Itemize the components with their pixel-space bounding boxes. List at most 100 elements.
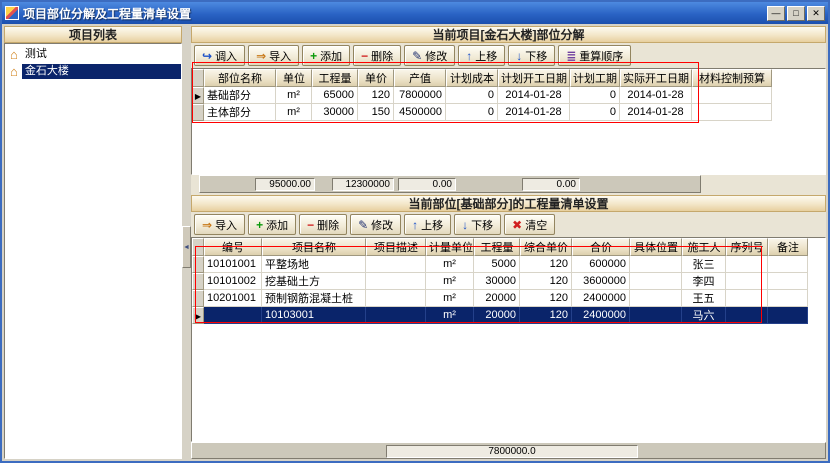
cell[interactable]: 2400000 (572, 290, 630, 307)
table-row[interactable]: 10101002 挖基础土方 m² 30000 120 3600000 李四 (192, 273, 808, 290)
cell[interactable]: m² (426, 307, 474, 324)
move-down-button[interactable]: ↓ 下移 (508, 45, 555, 66)
cell[interactable]: 2400000 (572, 307, 630, 324)
cell[interactable]: 2014-01-28 (498, 87, 570, 104)
clear-button[interactable]: ✖ 清空 (504, 214, 555, 235)
cell[interactable]: 主体部分 (204, 104, 276, 121)
cell[interactable] (204, 307, 262, 324)
cell[interactable]: 3600000 (572, 273, 630, 290)
col-header-quantity[interactable]: 工程量 (312, 69, 358, 87)
col-header-item-name[interactable]: 项目名称 (262, 238, 366, 256)
cell[interactable] (768, 307, 808, 324)
cell[interactable]: m² (426, 273, 474, 290)
table-row[interactable]: 主体部分 m² 30000 150 4500000 0 2014-01-28 0… (192, 104, 772, 121)
cell[interactable]: 10103001 (262, 307, 366, 324)
col-header-worker[interactable]: 施工人 (682, 238, 726, 256)
cell[interactable]: 10101001 (204, 256, 262, 273)
col-header-total-price[interactable]: 合价 (572, 238, 630, 256)
project-item-test[interactable]: ⌂ 测试 (5, 46, 181, 63)
cell[interactable]: 0 (570, 104, 620, 121)
col-header-comp-price[interactable]: 综合单价 (520, 238, 572, 256)
cell[interactable] (726, 290, 768, 307)
cell[interactable]: 120 (520, 256, 572, 273)
cell[interactable]: m² (426, 256, 474, 273)
cell[interactable]: 0 (446, 104, 498, 121)
minimize-button[interactable]: — (767, 6, 785, 21)
panel-splitter[interactable]: ◄ (182, 26, 191, 459)
project-item-jinshi[interactable]: ⌂ 金石大楼 (5, 63, 181, 80)
cell[interactable]: 30000 (312, 104, 358, 121)
recalc-order-button[interactable]: ≣ 重算顺序 (558, 45, 631, 66)
load-button[interactable]: ↪ 调入 (194, 45, 245, 66)
cell[interactable]: 挖基础土方 (262, 273, 366, 290)
cell[interactable] (726, 273, 768, 290)
col-header-serial[interactable]: 序列号 (726, 238, 768, 256)
cell[interactable]: 2014-01-28 (620, 87, 692, 104)
cell[interactable] (366, 273, 426, 290)
cell[interactable]: 5000 (474, 256, 520, 273)
table-row-selected[interactable]: ▶ 10103001 m² 20000 120 2400000 马六 (192, 307, 808, 324)
cell[interactable] (630, 273, 682, 290)
move-up-button[interactable]: ↑ 上移 (404, 214, 451, 235)
cell[interactable] (630, 307, 682, 324)
cell[interactable]: 2014-01-28 (620, 104, 692, 121)
col-header-unit-price[interactable]: 单价 (358, 69, 394, 87)
col-header-output[interactable]: 产值 (394, 69, 446, 87)
cell[interactable]: 马六 (682, 307, 726, 324)
cell[interactable] (630, 256, 682, 273)
cell[interactable]: m² (276, 87, 312, 104)
import-button[interactable]: ⇒ 导入 (194, 214, 245, 235)
cell[interactable] (692, 87, 772, 104)
cell[interactable]: 李四 (682, 273, 726, 290)
delete-button[interactable]: − 删除 (299, 214, 347, 235)
move-down-button[interactable]: ↓ 下移 (454, 214, 501, 235)
close-button[interactable]: ✕ (807, 6, 825, 21)
col-header-location[interactable]: 具体位置 (630, 238, 682, 256)
cell[interactable]: 7800000 (394, 87, 446, 104)
maximize-button[interactable]: □ (787, 6, 805, 21)
col-header-planned-start[interactable]: 计划开工日期 (498, 69, 570, 87)
cell[interactable]: 2014-01-28 (498, 104, 570, 121)
cell[interactable]: 120 (520, 307, 572, 324)
move-up-button[interactable]: ↑ 上移 (458, 45, 505, 66)
add-button[interactable]: + 添加 (248, 214, 296, 235)
cell[interactable]: 120 (520, 273, 572, 290)
cell[interactable]: 120 (358, 87, 394, 104)
col-header-planned-duration[interactable]: 计划工期 (570, 69, 620, 87)
cell[interactable]: 30000 (474, 273, 520, 290)
cell[interactable]: 10101002 (204, 273, 262, 290)
col-header-part-name[interactable]: 部位名称 (204, 69, 276, 87)
col-header-material-budget[interactable]: 材料控制预算 (692, 69, 772, 87)
cell[interactable]: 150 (358, 104, 394, 121)
modify-button[interactable]: ✎ 修改 (350, 214, 401, 235)
cell[interactable] (726, 256, 768, 273)
table-row[interactable]: 10201001 预制钢筋混凝土桩 m² 20000 120 2400000 王… (192, 290, 808, 307)
col-header-quantity[interactable]: 工程量 (474, 238, 520, 256)
cell[interactable]: 65000 (312, 87, 358, 104)
cell[interactable]: 张三 (682, 256, 726, 273)
add-button[interactable]: + 添加 (302, 45, 350, 66)
cell[interactable]: 0 (570, 87, 620, 104)
table-row[interactable]: ▶ 基础部分 m² 65000 120 7800000 0 2014-01-28… (192, 87, 772, 104)
import-button[interactable]: ⇒ 导入 (248, 45, 299, 66)
col-header-planned-cost[interactable]: 计划成本 (446, 69, 498, 87)
cell[interactable]: 20000 (474, 290, 520, 307)
cell[interactable]: 20000 (474, 307, 520, 324)
cell[interactable] (768, 290, 808, 307)
cell[interactable] (692, 104, 772, 121)
cell[interactable]: 120 (520, 290, 572, 307)
cell[interactable]: 600000 (572, 256, 630, 273)
cell[interactable]: 王五 (682, 290, 726, 307)
col-header-measure-unit[interactable]: 计量单位 (426, 238, 474, 256)
cell[interactable] (726, 307, 768, 324)
col-header-item-desc[interactable]: 项目描述 (366, 238, 426, 256)
cell[interactable] (768, 256, 808, 273)
cell[interactable]: 10201001 (204, 290, 262, 307)
cell[interactable]: m² (426, 290, 474, 307)
cell[interactable]: 预制钢筋混凝土桩 (262, 290, 366, 307)
col-header-actual-start[interactable]: 实际开工日期 (620, 69, 692, 87)
collapse-arrow-icon[interactable]: ◄ (182, 226, 191, 268)
col-header-remark[interactable]: 备注 (768, 238, 808, 256)
delete-button[interactable]: − 删除 (353, 45, 401, 66)
col-header-unit[interactable]: 单位 (276, 69, 312, 87)
